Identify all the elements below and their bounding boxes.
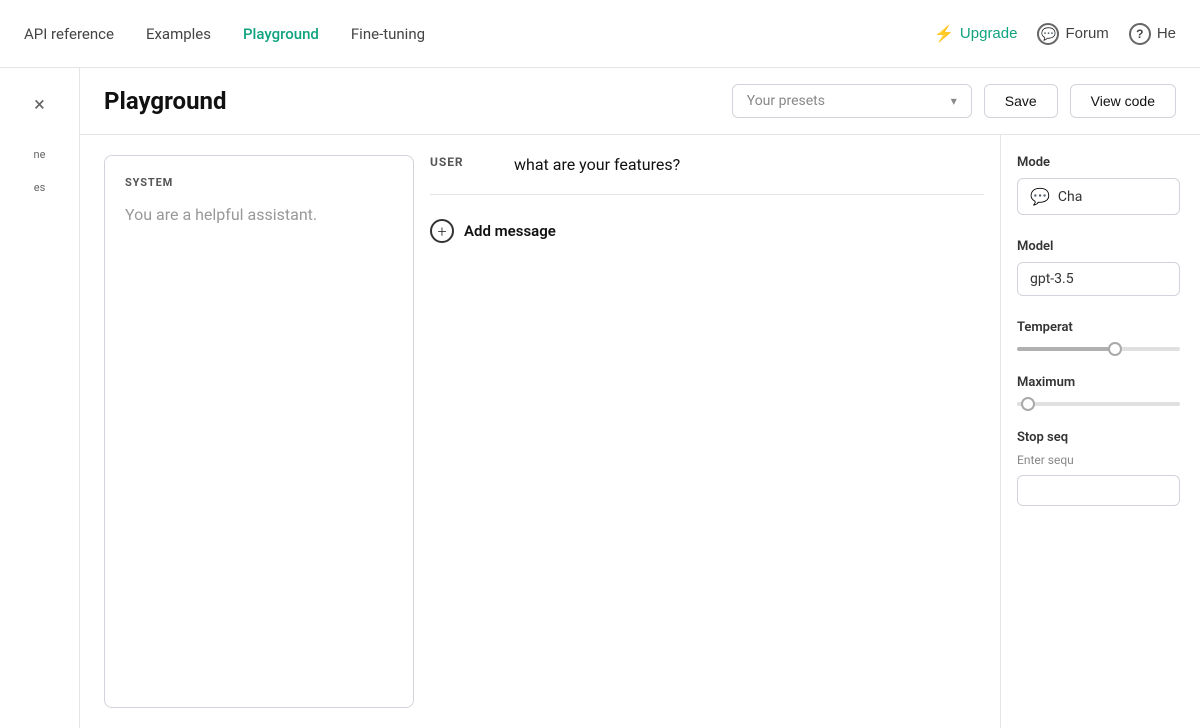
add-message-icon: + bbox=[430, 219, 454, 243]
content-area: Playground Your presets ▾ Save View code… bbox=[80, 68, 1200, 728]
nav-examples[interactable]: Examples bbox=[146, 25, 211, 43]
mode-label: Mode bbox=[1017, 155, 1180, 170]
presets-placeholder: Your presets bbox=[747, 93, 825, 109]
model-label: Model bbox=[1017, 239, 1180, 254]
stop-seq-sub-label: Enter sequ bbox=[1017, 453, 1180, 467]
forum-icon: 💬 bbox=[1037, 23, 1059, 45]
help-button[interactable]: ? He bbox=[1129, 23, 1176, 45]
temperature-label: Temperat bbox=[1017, 320, 1180, 335]
chevron-down-icon: ▾ bbox=[951, 94, 957, 108]
user-message[interactable]: what are your features? bbox=[514, 155, 984, 174]
page-title: Playground bbox=[104, 87, 227, 115]
save-button[interactable]: Save bbox=[984, 84, 1058, 118]
top-nav: API reference Examples Playground Fine-t… bbox=[0, 0, 1200, 68]
right-panel: Mode 💬 Cha Model gpt-3.5 Temperat bbox=[1000, 135, 1200, 728]
mode-section: Mode 💬 Cha bbox=[1017, 155, 1180, 215]
mode-select[interactable]: 💬 Cha bbox=[1017, 178, 1180, 215]
sidebar-item-2[interactable]: es bbox=[0, 173, 79, 202]
help-icon: ? bbox=[1129, 23, 1151, 45]
stop-seq-section: Stop seq Enter sequ bbox=[1017, 430, 1180, 506]
sidebar-item-1[interactable]: ne bbox=[0, 140, 79, 169]
nav-right: ⚡ Upgrade 💬 Forum ? He bbox=[934, 23, 1176, 45]
add-message-label: Add message bbox=[464, 222, 556, 240]
nav-fine-tuning[interactable]: Fine-tuning bbox=[351, 25, 425, 43]
add-message-row[interactable]: + Add message bbox=[430, 215, 984, 247]
maximum-label: Maximum bbox=[1017, 375, 1180, 390]
header-controls: Your presets ▾ Save View code bbox=[732, 84, 1176, 118]
nav-playground[interactable]: Playground bbox=[243, 25, 319, 43]
system-panel: SYSTEM You are a helpful assistant. bbox=[104, 155, 414, 708]
forum-button[interactable]: 💬 Forum bbox=[1037, 23, 1108, 45]
nav-api-reference[interactable]: API reference bbox=[24, 25, 114, 43]
user-role-label: USER bbox=[430, 155, 490, 174]
left-sidebar: × ne es bbox=[0, 68, 80, 728]
temperature-section: Temperat bbox=[1017, 320, 1180, 351]
system-label: SYSTEM bbox=[125, 176, 393, 189]
stop-seq-label: Stop seq bbox=[1017, 430, 1180, 445]
temperature-thumb bbox=[1108, 342, 1122, 356]
page-header: Playground Your presets ▾ Save View code bbox=[80, 68, 1200, 135]
stop-seq-input[interactable] bbox=[1017, 475, 1180, 506]
chat-bubble-icon: 💬 bbox=[1030, 187, 1050, 206]
system-text[interactable]: You are a helpful assistant. bbox=[125, 203, 393, 227]
upgrade-button[interactable]: ⚡ Upgrade bbox=[934, 24, 1017, 44]
presets-dropdown[interactable]: Your presets ▾ bbox=[732, 84, 972, 118]
maximum-section: Maximum bbox=[1017, 375, 1180, 406]
bolt-icon: ⚡ bbox=[934, 24, 954, 44]
model-value[interactable]: gpt-3.5 bbox=[1017, 262, 1180, 296]
maximum-thumb bbox=[1021, 397, 1035, 411]
maximum-slider[interactable] bbox=[1017, 402, 1180, 406]
view-code-button[interactable]: View code bbox=[1070, 84, 1176, 118]
message-row: USER what are your features? bbox=[430, 155, 984, 195]
model-section: Model gpt-3.5 bbox=[1017, 239, 1180, 296]
chat-panel: USER what are your features? + Add messa… bbox=[430, 135, 1000, 728]
sidebar-items: ne es bbox=[0, 140, 79, 202]
main-container: × ne es Playground Your presets ▾ Save V… bbox=[0, 68, 1200, 728]
mode-value: Cha bbox=[1058, 189, 1082, 205]
workspace: SYSTEM You are a helpful assistant. USER… bbox=[80, 135, 1200, 728]
close-button[interactable]: × bbox=[0, 84, 79, 124]
temperature-slider[interactable] bbox=[1017, 347, 1180, 351]
